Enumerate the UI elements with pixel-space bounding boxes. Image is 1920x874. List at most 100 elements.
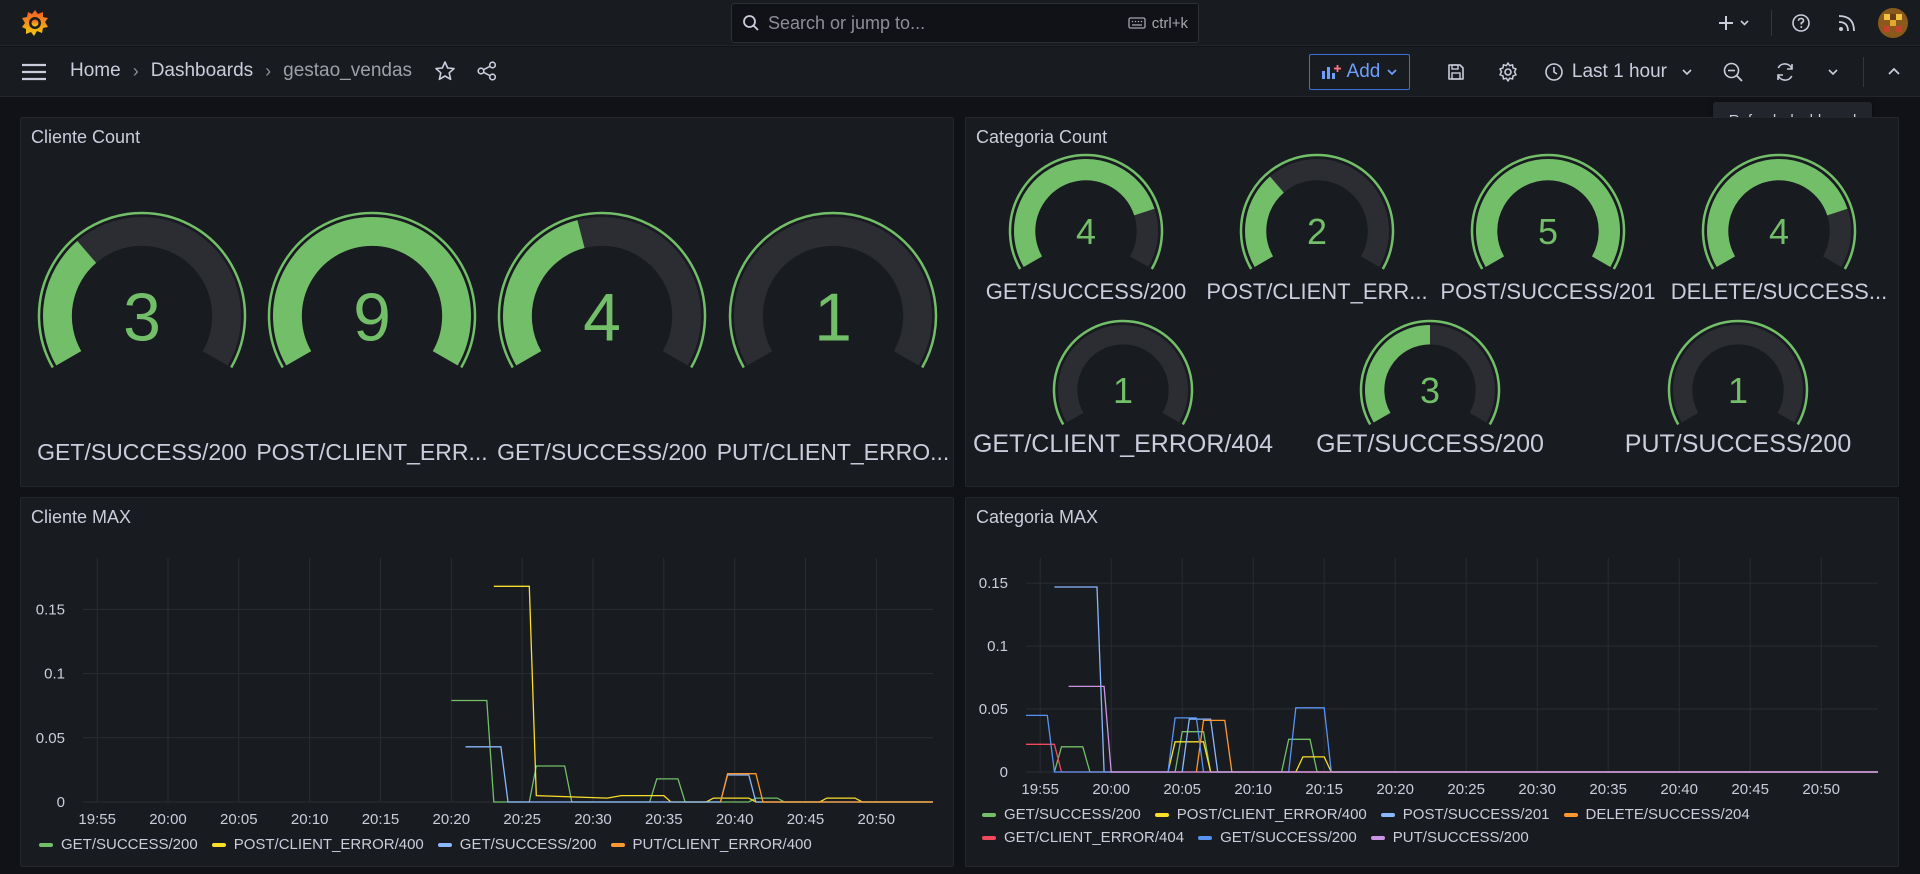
x-tick-label: 20:00 — [1092, 781, 1130, 798]
refresh-icon — [1777, 63, 1793, 81]
gauge-value: 3 — [123, 279, 161, 355]
legend-item[interactable]: DELETE/SUCCESS/204 — [1563, 806, 1750, 823]
legend-label: DELETE/SUCCESS/204 — [1585, 806, 1750, 823]
panel-categoria-count[interactable]: Categoria Count 4 GET/SUCCESS/200 2 POST/CL… — [965, 117, 1899, 487]
legend-item[interactable]: POST/SUCCESS/201 — [1380, 806, 1550, 823]
y-tick-label: 0.1 — [987, 638, 1008, 655]
gauge-label: PUT/CLIENT_ERRO... — [717, 439, 950, 465]
legend-item[interactable]: PUT/CLIENT_ERROR/400 — [610, 836, 812, 853]
legend-label: POST/CLIENT_ERROR/400 — [1176, 806, 1367, 823]
refresh-interval-button[interactable] — [1815, 54, 1851, 90]
time-range-picker[interactable]: Last 1 hour — [1544, 61, 1693, 83]
x-tick-label: 20:40 — [1660, 781, 1698, 798]
legend-item[interactable]: POST/CLIENT_ERROR/400 — [211, 836, 424, 853]
add-button[interactable]: Add — [1308, 54, 1410, 90]
chevron-down-icon — [1387, 69, 1397, 76]
x-tick-label: 20:20 — [1376, 781, 1414, 798]
panel-cliente-max[interactable]: Cliente MAX 19:55 20:00 20:05 20:10 20:15 20:… — [20, 497, 954, 867]
refresh-dashboard-button[interactable] — [1767, 54, 1803, 90]
gauge: 5 POST/SUCCESS/201 — [1440, 153, 1656, 304]
gauge-label: GET/CLIENT_ERROR/404 — [973, 430, 1273, 458]
legend-item[interactable]: PUT/SUCCESS/200 — [1370, 829, 1529, 846]
panel-categoria-max[interactable]: Categoria MAX 19:55 20:00 20:05 20:10 20:15 2… — [965, 497, 1899, 867]
gauge-label: POST/CLIENT_ERR... — [256, 439, 487, 465]
zoom-out-button[interactable] — [1715, 54, 1751, 90]
news-button[interactable] — [1824, 13, 1870, 33]
breadcrumb-home[interactable]: Home — [70, 60, 121, 82]
y-tick-label: 0 — [57, 794, 65, 811]
legend-item[interactable]: GET/SUCCESS/200 — [1198, 829, 1357, 846]
star-icon[interactable] — [434, 60, 456, 82]
grafana-logo-icon[interactable] — [20, 8, 50, 38]
zoom-out-icon — [1723, 62, 1743, 82]
gauge-fill — [43, 241, 97, 366]
legend-item[interactable]: POST/CLIENT_ERROR/400 — [1154, 806, 1367, 823]
panel-title: Cliente MAX — [31, 507, 132, 527]
avatar-icon — [1878, 8, 1908, 38]
panel-title: Categoria MAX — [976, 507, 1099, 527]
legend-label: POST/SUCCESS/201 — [1402, 806, 1550, 823]
y-tick-label: 0.05 — [36, 730, 65, 747]
user-avatar[interactable] — [1876, 8, 1910, 38]
search-bar[interactable]: Search or jump to... ctrl+k — [731, 3, 1199, 43]
legend-label: GET/SUCCESS/200 — [61, 836, 198, 853]
gauge: 2 POST/CLIENT_ERR... — [1206, 153, 1428, 304]
x-tick-label: 20:35 — [645, 811, 683, 828]
dashboard-toolbar: Home › Dashboards › gestao_vendas Add La… — [0, 47, 1920, 97]
legend-label: PUT/SUCCESS/200 — [1392, 829, 1529, 846]
x-tick-label: 20:45 — [1731, 781, 1769, 798]
gauge-value: 3 — [1420, 370, 1440, 411]
save-dashboard-button[interactable] — [1438, 54, 1474, 90]
new-menu-button[interactable] — [1711, 14, 1759, 32]
legend-swatch — [1370, 835, 1385, 840]
breadcrumb: Home › Dashboards › gestao_vendas — [70, 60, 498, 82]
x-tick-label: 20:25 — [503, 811, 541, 828]
y-tick-label: 0.05 — [979, 701, 1008, 718]
gauge-label: GET/SUCCESS/200 — [497, 439, 707, 465]
legend-item[interactable]: GET/SUCCESS/200 — [982, 806, 1141, 823]
gauge-label: GET/SUCCESS/200 — [986, 279, 1187, 304]
legend-swatch — [211, 842, 226, 847]
legend-item[interactable]: GET/SUCCESS/200 — [39, 836, 198, 853]
gauge: 1 PUT/CLIENT_ERRO... — [717, 211, 950, 465]
menu-icon[interactable] — [20, 59, 48, 85]
y-tick-label: 0.15 — [979, 575, 1008, 592]
gauge: 1 GET/CLIENT_ERROR/404 — [973, 319, 1273, 458]
legend-item[interactable]: GET/SUCCESS/200 — [437, 836, 597, 853]
x-tick-label: 20:40 — [716, 811, 754, 828]
share-icon[interactable] — [476, 60, 498, 82]
help-button[interactable] — [1784, 13, 1818, 33]
breadcrumb-current: gestao_vendas — [283, 60, 413, 81]
search-icon — [743, 15, 759, 31]
collapse-toolbar-button[interactable] — [1876, 54, 1912, 90]
legend-swatch — [39, 842, 53, 847]
legend-label: GET/SUCCESS/200 — [1004, 806, 1141, 823]
gauge-value: 5 — [1538, 211, 1558, 252]
gauge-value: 1 — [1113, 370, 1133, 411]
gauge-label: GET/SUCCESS/200 — [1316, 430, 1544, 458]
legend-swatch — [982, 835, 996, 840]
x-tick-label: 20:10 — [291, 811, 329, 828]
panel-cliente-count[interactable]: Cliente Count 3 GET/SUCCESS/200 9 POST/CLIE… — [20, 117, 954, 487]
gauge: 1 PUT/SUCCESS/200 — [1625, 319, 1851, 458]
help-icon — [1792, 14, 1810, 32]
gauge-label: GET/SUCCESS/200 — [37, 439, 247, 465]
gauge-label: PUT/SUCCESS/200 — [1625, 430, 1851, 458]
chevron-down-icon — [1682, 69, 1692, 76]
gauge-value: 1 — [814, 279, 852, 355]
legend-item[interactable]: GET/CLIENT_ERROR/404 — [982, 829, 1184, 846]
gauge-group: 3 GET/SUCCESS/200 9 POST/CLIENT_ERR... 4 GET/… — [37, 211, 950, 465]
x-tick-label: 20:25 — [1447, 781, 1485, 798]
series-line — [1167, 741, 1878, 773]
dashboard-settings-button[interactable] — [1490, 54, 1526, 90]
series-line — [451, 699, 933, 803]
chevron-right-icon: › — [132, 60, 139, 81]
x-tick-label: 20:50 — [1802, 781, 1840, 798]
gauge-label: DELETE/SUCCESS... — [1671, 279, 1887, 304]
x-tick-label: 19:55 — [78, 811, 116, 828]
gauge-value: 9 — [353, 279, 391, 355]
x-tick-label: 20:15 — [362, 811, 400, 828]
legend-swatch — [1563, 812, 1578, 817]
breadcrumb-dashboards[interactable]: Dashboards — [151, 60, 253, 82]
gauge-value: 4 — [1076, 211, 1096, 252]
